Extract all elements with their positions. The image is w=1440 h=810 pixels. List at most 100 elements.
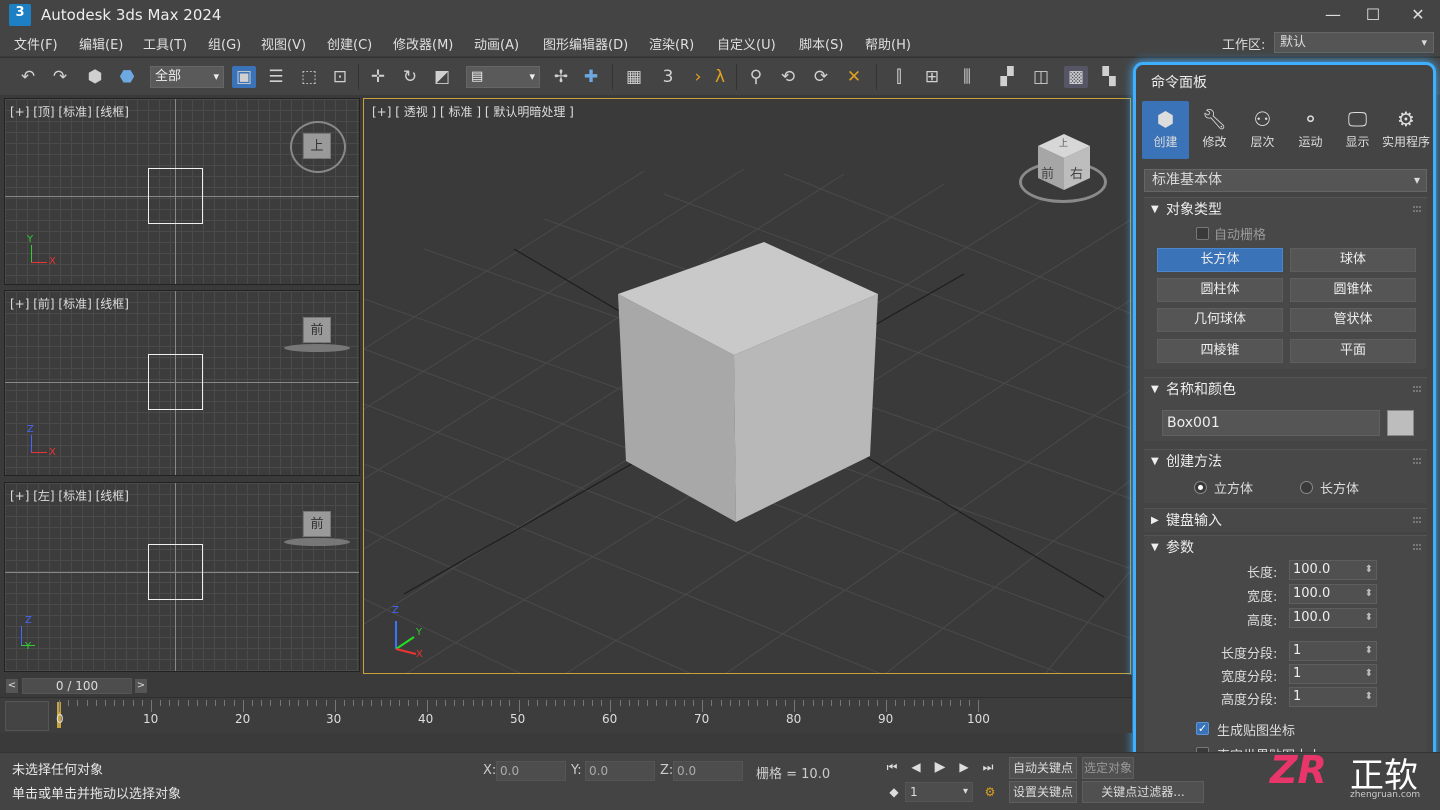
- current-frame-field[interactable]: 1 ▾: [905, 782, 973, 802]
- viewcube-ring[interactable]: [284, 344, 350, 352]
- viewport-label[interactable]: [+] [顶] [标准] [线框]: [10, 103, 129, 120]
- tab-hierarchy[interactable]: ⚇ 层次: [1239, 101, 1286, 159]
- move-icon[interactable]: ✛: [366, 66, 390, 88]
- cone-button[interactable]: 圆锥体: [1290, 278, 1416, 302]
- redo-icon[interactable]: ↷: [48, 66, 72, 88]
- tab-display[interactable]: 🖵︎ 显示: [1334, 101, 1381, 159]
- play-icon[interactable]: ▶: [930, 758, 950, 776]
- width-spinner[interactable]: 100.0: [1289, 584, 1377, 604]
- viewport-label[interactable]: [+] [前] [标准] [线框]: [10, 295, 129, 312]
- workspace-dropdown[interactable]: 默认 ▾: [1274, 32, 1434, 53]
- tab-modify[interactable]: 🔧︎ 修改: [1191, 101, 1238, 159]
- go-to-end-icon[interactable]: ⏭: [978, 758, 998, 776]
- menu-graph-editors[interactable]: 图形编辑器(D): [543, 34, 628, 53]
- layer-icon[interactable]: ⫿: [887, 66, 911, 88]
- chevron-left-icon[interactable]: <: [6, 679, 18, 693]
- percent-snap-icon[interactable]: λ: [708, 66, 732, 88]
- width-segs-spinner[interactable]: 1: [1289, 664, 1377, 684]
- selected-dropdown[interactable]: 选定对象: [1082, 757, 1134, 779]
- viewport-label[interactable]: [+] [ 透视 ] [ 标准 ] [ 默认明暗处理 ]: [372, 103, 574, 120]
- box-wireframe[interactable]: [148, 354, 203, 410]
- rollout-header[interactable]: ▼ 创建方法: [1144, 450, 1427, 474]
- gen-mapping-checkbox[interactable]: ✓: [1196, 722, 1209, 735]
- pivot-icon[interactable]: ✢: [549, 66, 573, 88]
- viewport-left[interactable]: [+] [左] [标准] [线框] 前 Z Y: [4, 482, 360, 672]
- viewcube[interactable]: 前: [303, 317, 331, 343]
- prev-frame-icon[interactable]: ◀: [906, 758, 926, 776]
- select-by-name-icon[interactable]: ☰: [264, 66, 288, 88]
- viewcube[interactable]: 上: [303, 133, 331, 159]
- menu-file[interactable]: 文件(F): [14, 34, 58, 53]
- time-config-icon[interactable]: ⚙: [980, 783, 1000, 801]
- close-button[interactable]: ✕: [1403, 4, 1433, 26]
- menu-create[interactable]: 创建(C): [327, 34, 372, 53]
- selection-filter-dropdown[interactable]: 全部: [150, 66, 224, 88]
- sphere-button[interactable]: 球体: [1290, 248, 1416, 272]
- box-button[interactable]: 长方体: [1157, 248, 1283, 272]
- rollout-header[interactable]: ▶ 键盘输入: [1144, 509, 1427, 533]
- rollout-header[interactable]: ▼ 对象类型: [1144, 198, 1427, 222]
- plane-button[interactable]: 平面: [1290, 339, 1416, 363]
- align-icon[interactable]: ⟳: [809, 66, 833, 88]
- rect-select-icon[interactable]: ⬚: [297, 66, 321, 88]
- minimize-button[interactable]: —: [1318, 4, 1348, 26]
- menu-scripting[interactable]: 脚本(S): [799, 34, 843, 53]
- menu-modifiers[interactable]: 修改器(M): [393, 34, 453, 53]
- autogrid-checkbox[interactable]: [1196, 227, 1209, 240]
- link-icon[interactable]: ⬢: [83, 66, 107, 88]
- named-selection-icon[interactable]: ⚲: [744, 66, 768, 88]
- rotate-icon[interactable]: ↻: [398, 66, 422, 88]
- spinner-snap-icon[interactable]: ✕: [842, 66, 866, 88]
- length-spinner[interactable]: 100.0: [1289, 560, 1377, 580]
- select-object-icon[interactable]: ▣: [232, 66, 256, 88]
- viewport-label[interactable]: [+] [左] [标准] [线框]: [10, 487, 129, 504]
- window-crossing-icon[interactable]: ⊡: [328, 66, 352, 88]
- length-segs-spinner[interactable]: 1: [1289, 641, 1377, 661]
- box-wireframe[interactable]: [148, 168, 203, 224]
- menu-edit[interactable]: 编辑(E): [79, 34, 123, 53]
- rollout-header[interactable]: ▼ 参数: [1144, 536, 1427, 560]
- chevron-right-icon[interactable]: >: [135, 679, 147, 693]
- z-coord-field[interactable]: 0.0: [673, 761, 743, 781]
- tube-button[interactable]: 管状体: [1290, 308, 1416, 332]
- keyboard-shortcut-icon[interactable]: ▦: [622, 66, 646, 88]
- angle-snap-icon[interactable]: ›: [686, 66, 710, 88]
- rollout-header[interactable]: ▼ 名称和颜色: [1144, 378, 1427, 402]
- y-coord-field[interactable]: 0.0: [585, 761, 655, 781]
- key-filters-button[interactable]: 关键点过滤器...: [1082, 781, 1204, 803]
- pyramid-button[interactable]: 四棱锥: [1157, 339, 1283, 363]
- time-slider[interactable]: 0 / 100: [22, 678, 132, 694]
- height-segs-spinner[interactable]: 1: [1289, 687, 1377, 707]
- maximize-button[interactable]: ☐: [1358, 4, 1388, 26]
- menu-view[interactable]: 视图(V): [261, 34, 306, 53]
- menu-customize[interactable]: 自定义(U): [717, 34, 776, 53]
- render-setup-icon[interactable]: ▚: [1097, 66, 1121, 88]
- curve-editor-icon[interactable]: ▞: [995, 66, 1019, 88]
- geosphere-button[interactable]: 几何球体: [1157, 308, 1283, 332]
- menu-animation[interactable]: 动画(A): [474, 34, 519, 53]
- ribbon-icon[interactable]: ⫼: [955, 66, 979, 88]
- key-mode-icon[interactable]: ◆: [884, 783, 904, 801]
- undo-icon[interactable]: ↶: [16, 66, 40, 88]
- tab-motion[interactable]: ⚬ 运动: [1287, 101, 1334, 159]
- object-color-swatch[interactable]: [1387, 410, 1414, 436]
- viewport-top[interactable]: [+] [顶] [标准] [线框] 上 Y X: [4, 98, 360, 285]
- cylinder-button[interactable]: 圆柱体: [1157, 278, 1283, 302]
- menu-rendering[interactable]: 渲染(R): [649, 34, 694, 53]
- material-editor-icon[interactable]: ▩: [1064, 66, 1088, 88]
- snap-icon[interactable]: 3: [656, 66, 680, 88]
- viewcube-ring[interactable]: [284, 538, 350, 546]
- tab-utilities[interactable]: ⚙ 实用程序: [1380, 101, 1432, 159]
- go-to-start-icon[interactable]: ⏮: [882, 758, 902, 776]
- scale-icon[interactable]: ◩: [430, 66, 454, 88]
- cube-radio[interactable]: [1194, 481, 1207, 494]
- key-mode-box[interactable]: [5, 701, 49, 731]
- unlink-icon[interactable]: ⬣: [115, 66, 139, 88]
- schematic-icon[interactable]: ◫: [1029, 66, 1053, 88]
- tab-create[interactable]: ⬢ 创建: [1142, 101, 1189, 159]
- scene-explorer-icon[interactable]: ⊞: [920, 66, 944, 88]
- viewport-perspective[interactable]: [+] [ 透视 ] [ 标准 ] [ 默认明暗处理 ] Z Y X 上 前 右: [363, 98, 1131, 674]
- set-key-button[interactable]: 设置关键点: [1009, 781, 1077, 803]
- next-frame-icon[interactable]: ▶: [954, 758, 974, 776]
- reference-coord-dropdown[interactable]: ▤: [466, 66, 540, 88]
